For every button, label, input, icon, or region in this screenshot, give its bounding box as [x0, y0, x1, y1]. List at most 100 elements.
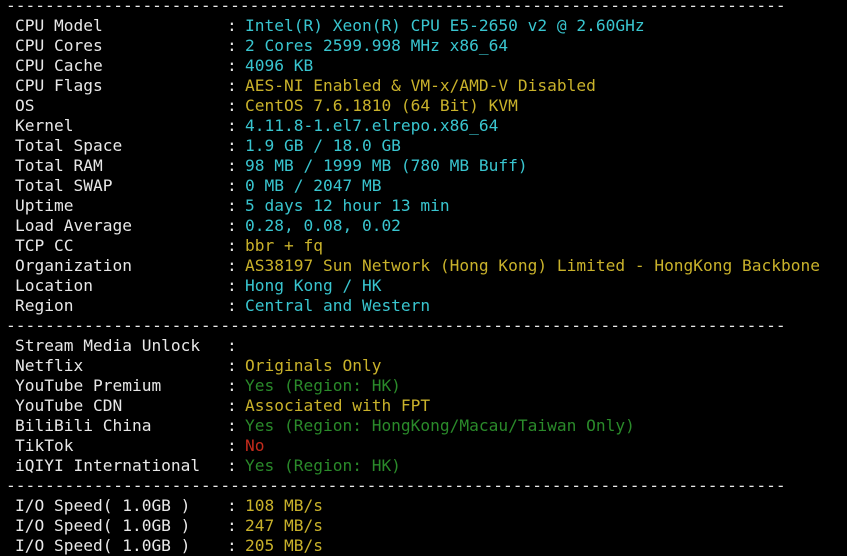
colon-separator: :	[227, 396, 237, 415]
colon-separator: :	[227, 436, 237, 455]
io-speed-label: I/O Speed( 1.0GB )	[15, 536, 191, 555]
colon-separator: :	[227, 336, 237, 355]
system-info-label: Total Space	[15, 136, 123, 155]
colon-separator: :	[227, 516, 237, 535]
colon-separator: :	[227, 156, 237, 175]
stream-info-row: YouTube CDN: Associated with FPT	[0, 396, 847, 416]
stream-info-value: No	[245, 436, 265, 455]
system-info-row: CPU Cache:4096 KB	[0, 56, 847, 76]
system-info-label: CPU Cores	[15, 36, 103, 55]
stream-info-row: Stream Media Unlock:	[0, 336, 847, 356]
system-info-value: 1.9 GB / 18.0 GB	[245, 136, 401, 155]
colon-separator: :	[227, 416, 237, 435]
terminal-output: ----------------------------------------…	[0, 0, 847, 555]
io-speed-label: I/O Speed( 1.0GB )	[15, 496, 191, 515]
system-info-row: Total RAM:98 MB / 1999 MB (780 MB Buff)	[0, 156, 847, 176]
colon-separator: :	[227, 236, 237, 255]
stream-info-row: Netflix: Originals Only	[0, 356, 847, 376]
system-info-value: 98 MB / 1999 MB (780 MB Buff)	[245, 156, 528, 175]
system-info-value: 0 MB / 2047 MB	[245, 176, 382, 195]
system-info-label: CPU Flags	[15, 76, 103, 95]
io-speed-label: I/O Speed( 1.0GB )	[15, 516, 191, 535]
system-info-row: Region: Central and Western	[0, 296, 847, 316]
system-info-label: Organization	[15, 256, 132, 275]
colon-separator: :	[227, 136, 237, 155]
stream-info-value: Yes (Region: HongKong/Macau/Taiwan Only)	[245, 416, 635, 435]
system-info-value: bbr + fq	[245, 236, 323, 255]
separator-line: ----------------------------------------…	[6, 476, 786, 495]
system-info-value: Central and Western	[245, 296, 431, 315]
system-info-value: 0.28, 0.08, 0.02	[245, 216, 401, 235]
io-speed-value: 205 MB/s	[245, 536, 323, 555]
system-info-value: 4096 KB	[245, 56, 314, 75]
colon-separator: :	[227, 456, 237, 475]
colon-separator: :	[227, 196, 237, 215]
system-info-value: 5 days 12 hour 13 min	[245, 196, 450, 215]
io-speed-row: I/O Speed( 1.0GB ):247 MB/s	[0, 516, 847, 536]
stream-info-label: iQIYI International	[15, 456, 201, 475]
colon-separator: :	[227, 16, 237, 35]
system-info-value: Intel(R) Xeon(R) CPU E5-2650 v2 @ 2.60GH…	[245, 16, 645, 35]
colon-separator: :	[227, 356, 237, 375]
system-info-row: CPU Cores:2 Cores 2599.998 MHz x86_64	[0, 36, 847, 56]
colon-separator: :	[227, 56, 237, 75]
system-info-row: Location: Hong Kong / HK	[0, 276, 847, 296]
system-info-value: AS38197 Sun Network (Hong Kong) Limited …	[245, 256, 820, 275]
system-info-row: TCP CC: bbr + fq	[0, 236, 847, 256]
io-speed-value: 108 MB/s	[245, 496, 323, 515]
system-info-label: Total SWAP	[15, 176, 113, 195]
stream-info-value: Yes (Region: HK)	[245, 376, 401, 395]
system-info-value: Hong Kong / HK	[245, 276, 382, 295]
system-info-value: CentOS 7.6.1810 (64 Bit) KVM	[245, 96, 518, 115]
separator-line: ----------------------------------------…	[6, 316, 786, 335]
system-info-label: Total RAM	[15, 156, 103, 175]
system-info-label: CPU Cache	[15, 56, 103, 75]
system-info-row: Total Space:1.9 GB / 18.0 GB	[0, 136, 847, 156]
colon-separator: :	[227, 176, 237, 195]
stream-info-value: Yes (Region: HK)	[245, 456, 401, 475]
stream-info-label: YouTube CDN	[15, 396, 123, 415]
stream-info-label: Netflix	[15, 356, 84, 375]
system-info-row: Kernel:4.11.8-1.el7.elrepo.x86_64	[0, 116, 847, 136]
colon-separator: :	[227, 216, 237, 235]
stream-info-label: BiliBili China	[15, 416, 152, 435]
colon-separator: :	[227, 536, 237, 555]
io-speed-row: I/O Speed( 1.0GB ):205 MB/s	[0, 536, 847, 556]
colon-separator: :	[227, 276, 237, 295]
system-info-label: TCP CC	[15, 236, 74, 255]
system-info-value: AES-NI Enabled & VM-x/AMD-V Disabled	[245, 76, 596, 95]
io-speed-value: 247 MB/s	[245, 516, 323, 535]
system-info-row: OS: CentOS 7.6.1810 (64 Bit) KVM	[0, 96, 847, 116]
system-info-row: CPU Model: Intel(R) Xeon(R) CPU E5-2650 v…	[0, 16, 847, 36]
system-info-row: Uptime:5 days 12 hour 13 min	[0, 196, 847, 216]
system-info-value: 4.11.8-1.el7.elrepo.x86_64	[245, 116, 499, 135]
colon-separator: :	[227, 96, 237, 115]
system-info-label: Region	[15, 296, 74, 315]
stream-info-label: Stream Media Unlock	[15, 336, 201, 355]
system-info-row: Organization: AS38197 Sun Network (Hong K…	[0, 256, 847, 276]
system-info-label: Kernel	[15, 116, 74, 135]
stream-info-row: TikTok: No	[0, 436, 847, 456]
stream-info-row: iQIYI International: Yes (Region: HK)	[0, 456, 847, 476]
system-info-label: CPU Model	[15, 16, 103, 35]
colon-separator: :	[227, 76, 237, 95]
separator-line: ----------------------------------------…	[6, 0, 786, 15]
system-info-label: OS	[15, 96, 35, 115]
stream-info-value: Originals Only	[245, 356, 382, 375]
colon-separator: :	[227, 36, 237, 55]
stream-info-label: TikTok	[15, 436, 74, 455]
colon-separator: :	[227, 376, 237, 395]
system-info-row: Load Average:0.28, 0.08, 0.02	[0, 216, 847, 236]
colon-separator: :	[227, 296, 237, 315]
colon-separator: :	[227, 116, 237, 135]
stream-info-row: YouTube Premium: Yes (Region: HK)	[0, 376, 847, 396]
stream-info-value: Associated with FPT	[245, 396, 431, 415]
stream-info-row: BiliBili China: Yes (Region: HongKong/Mac…	[0, 416, 847, 436]
colon-separator: :	[227, 496, 237, 515]
system-info-label: Location	[15, 276, 93, 295]
system-info-row: Total SWAP:0 MB / 2047 MB	[0, 176, 847, 196]
system-info-value: 2 Cores 2599.998 MHz x86_64	[245, 36, 509, 55]
system-info-label: Uptime	[15, 196, 74, 215]
system-info-label: Load Average	[15, 216, 132, 235]
system-info-row: CPU Flags: AES-NI Enabled & VM-x/AMD-V Di…	[0, 76, 847, 96]
